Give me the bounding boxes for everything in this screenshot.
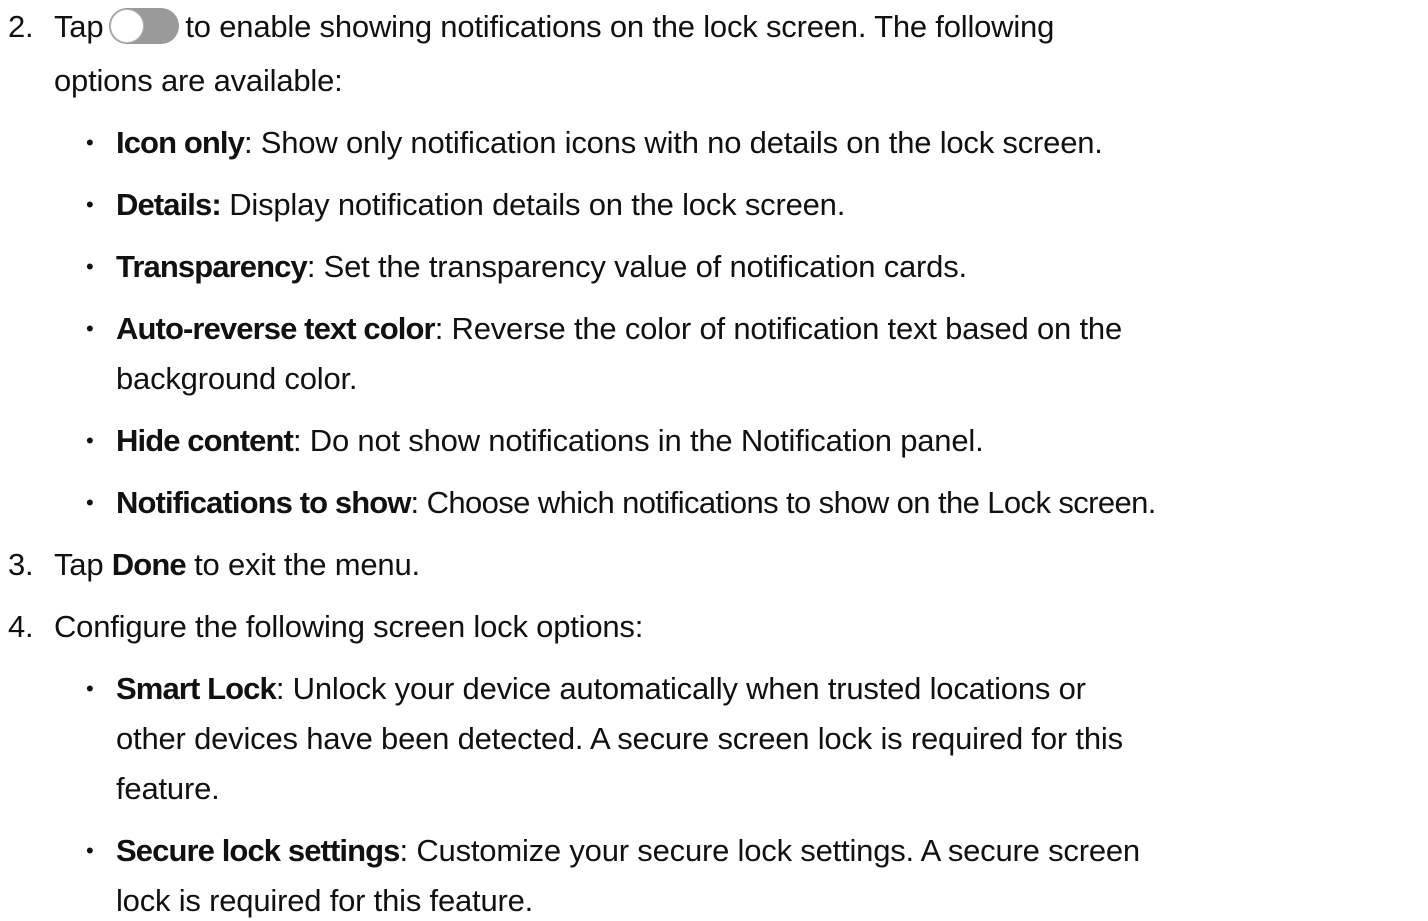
step-text: Tap	[54, 547, 112, 582]
option-term: Auto-reverse text color	[116, 311, 436, 346]
step-text: to exit the menu.	[185, 547, 420, 582]
option-term: Details:	[116, 187, 222, 222]
option-desc: : Do not show notifications in the Notif…	[292, 423, 984, 458]
option-term: Secure lock settings	[116, 833, 400, 868]
toggle-switch-icon	[109, 8, 180, 44]
option-desc: : Show only notification icons with no d…	[243, 125, 1103, 160]
option-term: Icon only	[116, 125, 245, 160]
bullet-icon: •	[86, 130, 94, 155]
bullet-icon: •	[86, 428, 94, 453]
option-term: Hide content	[116, 423, 294, 458]
step-text: to enable showing notifications on the l…	[185, 9, 1055, 44]
step-text: Configure the following screen lock opti…	[54, 609, 644, 644]
bullet-icon: •	[86, 192, 94, 217]
step-number: 2.	[8, 9, 34, 44]
bullet-icon: •	[86, 490, 94, 515]
bullet-icon: •	[86, 254, 94, 279]
bullet-icon: •	[86, 838, 94, 863]
option-term: Smart Lock	[116, 671, 277, 706]
step-number: 4.	[8, 609, 34, 644]
option-desc: : Unlock your device automatically when …	[275, 671, 1086, 706]
option-desc: : Customize your secure lock settings. A…	[399, 833, 1141, 868]
step-text: options are available:	[54, 63, 343, 98]
option-desc: lock is required for this feature.	[116, 883, 534, 918]
option-term: Notifications to show	[116, 485, 411, 520]
option-term: Transparency	[116, 249, 308, 284]
option-desc: feature.	[116, 771, 220, 806]
bullet-icon: •	[86, 676, 94, 701]
option-desc: Display notification details on the lock…	[220, 187, 846, 222]
step-number: 3.	[8, 547, 34, 582]
option-desc: : Reverse the color of notification text…	[434, 311, 1123, 346]
option-desc: background color.	[116, 361, 358, 396]
option-desc: : Choose which notifications to show on …	[410, 485, 1157, 520]
done-term: Done	[111, 547, 187, 582]
option-desc: other devices have been detected. A secu…	[116, 721, 1123, 756]
option-desc: : Set the transparency value of notifica…	[306, 249, 967, 284]
step-text: Tap	[54, 9, 104, 44]
bullet-icon: •	[86, 316, 94, 341]
